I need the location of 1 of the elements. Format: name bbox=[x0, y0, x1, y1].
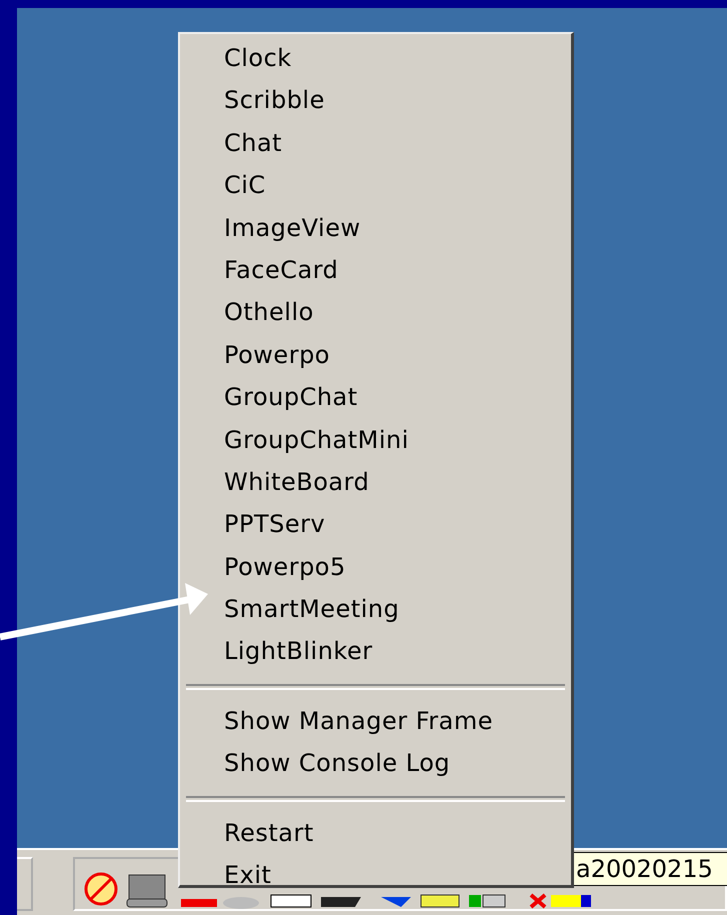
tooltip-text: a20020215 bbox=[576, 855, 713, 883]
